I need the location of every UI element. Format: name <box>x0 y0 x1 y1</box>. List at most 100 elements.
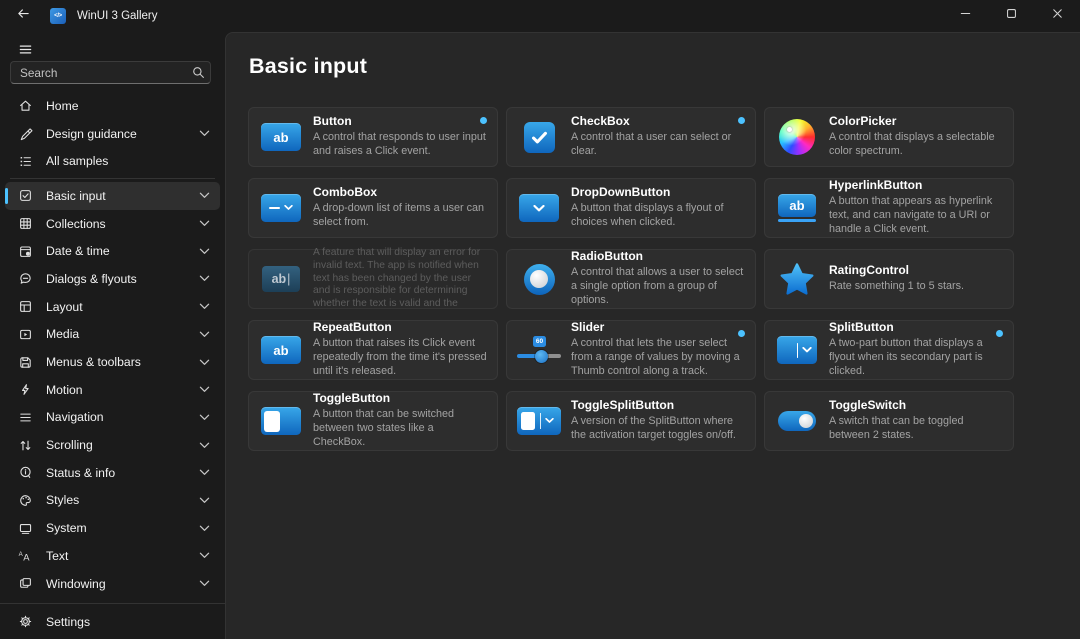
sidebar-item-dialogs-flyouts[interactable]: Dialogs & flyouts <box>5 265 220 293</box>
sidebar-item-all-samples[interactable]: All samples <box>5 147 220 175</box>
sidebar-item-windowing[interactable]: Windowing <box>5 570 220 598</box>
sidebar-item-media[interactable]: Media <box>5 321 220 349</box>
card-description: A version of the SplitButton where the a… <box>571 415 745 443</box>
slider-icon: 60 <box>507 335 571 365</box>
sidebar-item-layout[interactable]: Layout <box>5 293 220 321</box>
chevron-down-icon <box>199 182 210 210</box>
card-description: A control that responds to user input an… <box>313 131 487 159</box>
togglebutton-icon <box>249 407 313 435</box>
card-description: Rate something 1 to 5 stars. <box>829 280 1003 294</box>
sidebar-item-motion[interactable]: Motion <box>5 376 220 404</box>
sidebar-item-label: Dialogs & flyouts <box>46 272 137 286</box>
sidebar-item-label: Date & time <box>46 244 110 258</box>
search-input[interactable] <box>11 66 186 80</box>
button-icon: ab <box>249 123 313 151</box>
sidebar-item-label: Home <box>46 99 79 113</box>
card-text: HyperlinkButtonA button that appears as … <box>829 179 1013 236</box>
card-dropdownbutton[interactable]: DropDownButton A button that displays a f… <box>506 178 756 238</box>
card-hyperlinkbutton[interactable]: abHyperlinkButtonA button that appears a… <box>764 178 1014 238</box>
card-description: A switch that can be toggled between 2 s… <box>829 415 1003 443</box>
sidebar-item-collections[interactable]: Collections <box>5 210 220 238</box>
sidebar-item-label: Navigation <box>46 410 104 424</box>
card-description: A button that raises its Click event rep… <box>313 337 487 378</box>
sidebar-item-system[interactable]: System <box>5 514 220 542</box>
sidebar-item-label: System <box>46 521 87 535</box>
sidebar-item-status-info[interactable]: Status & info <box>5 459 220 487</box>
sidebar-item-label: Layout <box>46 300 83 314</box>
close-button[interactable] <box>1034 0 1080 32</box>
sidebar-item-label: Basic input <box>46 189 106 203</box>
sidebar-item-label: Scrolling <box>46 438 93 452</box>
home-icon <box>17 98 33 113</box>
minimize-button[interactable] <box>942 0 988 32</box>
navigation-icon <box>17 410 33 425</box>
card-title: CheckBox <box>571 115 745 129</box>
togglesplitbutton-icon <box>507 407 571 435</box>
sidebar-item-basic-input[interactable]: Basic input <box>5 182 220 210</box>
card-ratingcontrol[interactable]: RatingControl Rate something 1 to 5 stars… <box>764 249 1014 309</box>
sidebar-item-navigation[interactable]: Navigation <box>5 404 220 432</box>
styles-icon <box>17 493 33 508</box>
card-slider[interactable]: 60SliderA control that lets the user sel… <box>506 320 756 380</box>
card-togglebutton[interactable]: ToggleButtonA button that can be switche… <box>248 391 498 451</box>
card-description: A button that displays a flyout of choic… <box>571 202 745 230</box>
sidebar-item-label: Settings <box>46 615 90 629</box>
card-radiobutton[interactable]: RadioButtonA control that allows a user … <box>506 249 756 309</box>
nav-divider <box>10 178 215 179</box>
hamburger-icon <box>18 42 33 62</box>
repeatbutton-icon: ab <box>249 336 313 364</box>
collections-icon <box>17 216 33 231</box>
card-description: A control that allows a user to select a… <box>571 266 745 307</box>
card-text: ToggleButtonA button that can be switche… <box>313 392 497 449</box>
chevron-down-icon <box>199 348 210 376</box>
card-description: A control that lets the user select from… <box>571 337 745 378</box>
card-text: RatingControl Rate something 1 to 5 stars… <box>829 264 1013 294</box>
sidebar-item-date-time[interactable]: Date & time <box>5 237 220 265</box>
new-badge-dot <box>738 117 745 124</box>
chevron-down-icon <box>199 376 210 404</box>
winui-app-icon: </> <box>50 8 66 24</box>
scrolling-icon <box>17 438 33 453</box>
sidebar-item-label: All samples <box>46 154 108 168</box>
card-title: DropDownButton <box>571 186 745 200</box>
card-description: A button that can be switched between tw… <box>313 408 487 449</box>
card-button[interactable]: abButton A control that responds to user … <box>248 107 498 167</box>
search-icon <box>186 65 210 80</box>
chevron-down-icon <box>199 293 210 321</box>
maximize-icon <box>1004 6 1019 26</box>
maximize-button[interactable] <box>988 0 1034 32</box>
card-text: RadioButtonA control that allows a user … <box>571 250 755 307</box>
sidebar-item-label: Design guidance <box>46 127 137 141</box>
card-title: SplitButton <box>829 321 1003 335</box>
dialogs-icon <box>17 271 33 286</box>
card-title: Button <box>313 115 487 129</box>
content-pane: Basic input abButtonA control that respo… <box>225 32 1080 639</box>
sidebar-item-scrolling[interactable]: Scrolling <box>5 431 220 459</box>
card-combobox[interactable]: ComboBoxA drop-down list of items a user… <box>248 178 498 238</box>
sidebar-item-settings[interactable]: Settings <box>5 607 220 637</box>
chevron-down-icon <box>199 431 210 459</box>
date-time-icon <box>17 244 33 259</box>
chevron-down-icon <box>199 265 210 293</box>
card-toggleswitch[interactable]: ToggleSwitchA switch that can be toggled… <box>764 391 1014 451</box>
status-info-icon <box>17 465 33 480</box>
sidebar-item-menus-toolbars[interactable]: Menus & toolbars <box>5 348 220 376</box>
card-splitbutton[interactable]: SplitButtonA two-part button that displa… <box>764 320 1014 380</box>
sidebar-item-home[interactable]: Home <box>5 92 220 120</box>
search-box[interactable] <box>10 61 211 84</box>
sidebar-item-design-guidance[interactable]: Design guidance <box>5 120 220 148</box>
titlebar: </> WinUI 3 Gallery <box>0 0 1080 32</box>
card-checkbox[interactable]: CheckBoxA control that a user can select… <box>506 107 756 167</box>
back-button[interactable] <box>4 1 42 31</box>
back-icon <box>16 6 31 26</box>
checkbox-icon <box>507 122 571 153</box>
ratingcontrol-icon <box>765 262 829 296</box>
card-togglesplitbutton[interactable]: ToggleSplitButtonA version of the SplitB… <box>506 391 756 451</box>
card-text: CheckBoxA control that a user can select… <box>571 115 755 158</box>
card-colorpicker[interactable]: ColorPickerA control that displays a sel… <box>764 107 1014 167</box>
sidebar-item-styles[interactable]: Styles <box>5 487 220 515</box>
card-title: RatingControl <box>829 264 1003 278</box>
card-text: ToggleSplitButtonA version of the SplitB… <box>571 399 755 442</box>
card-repeatbutton[interactable]: abRepeatButtonA button that raises its C… <box>248 320 498 380</box>
sidebar-item-text[interactable]: AAText <box>5 542 220 570</box>
